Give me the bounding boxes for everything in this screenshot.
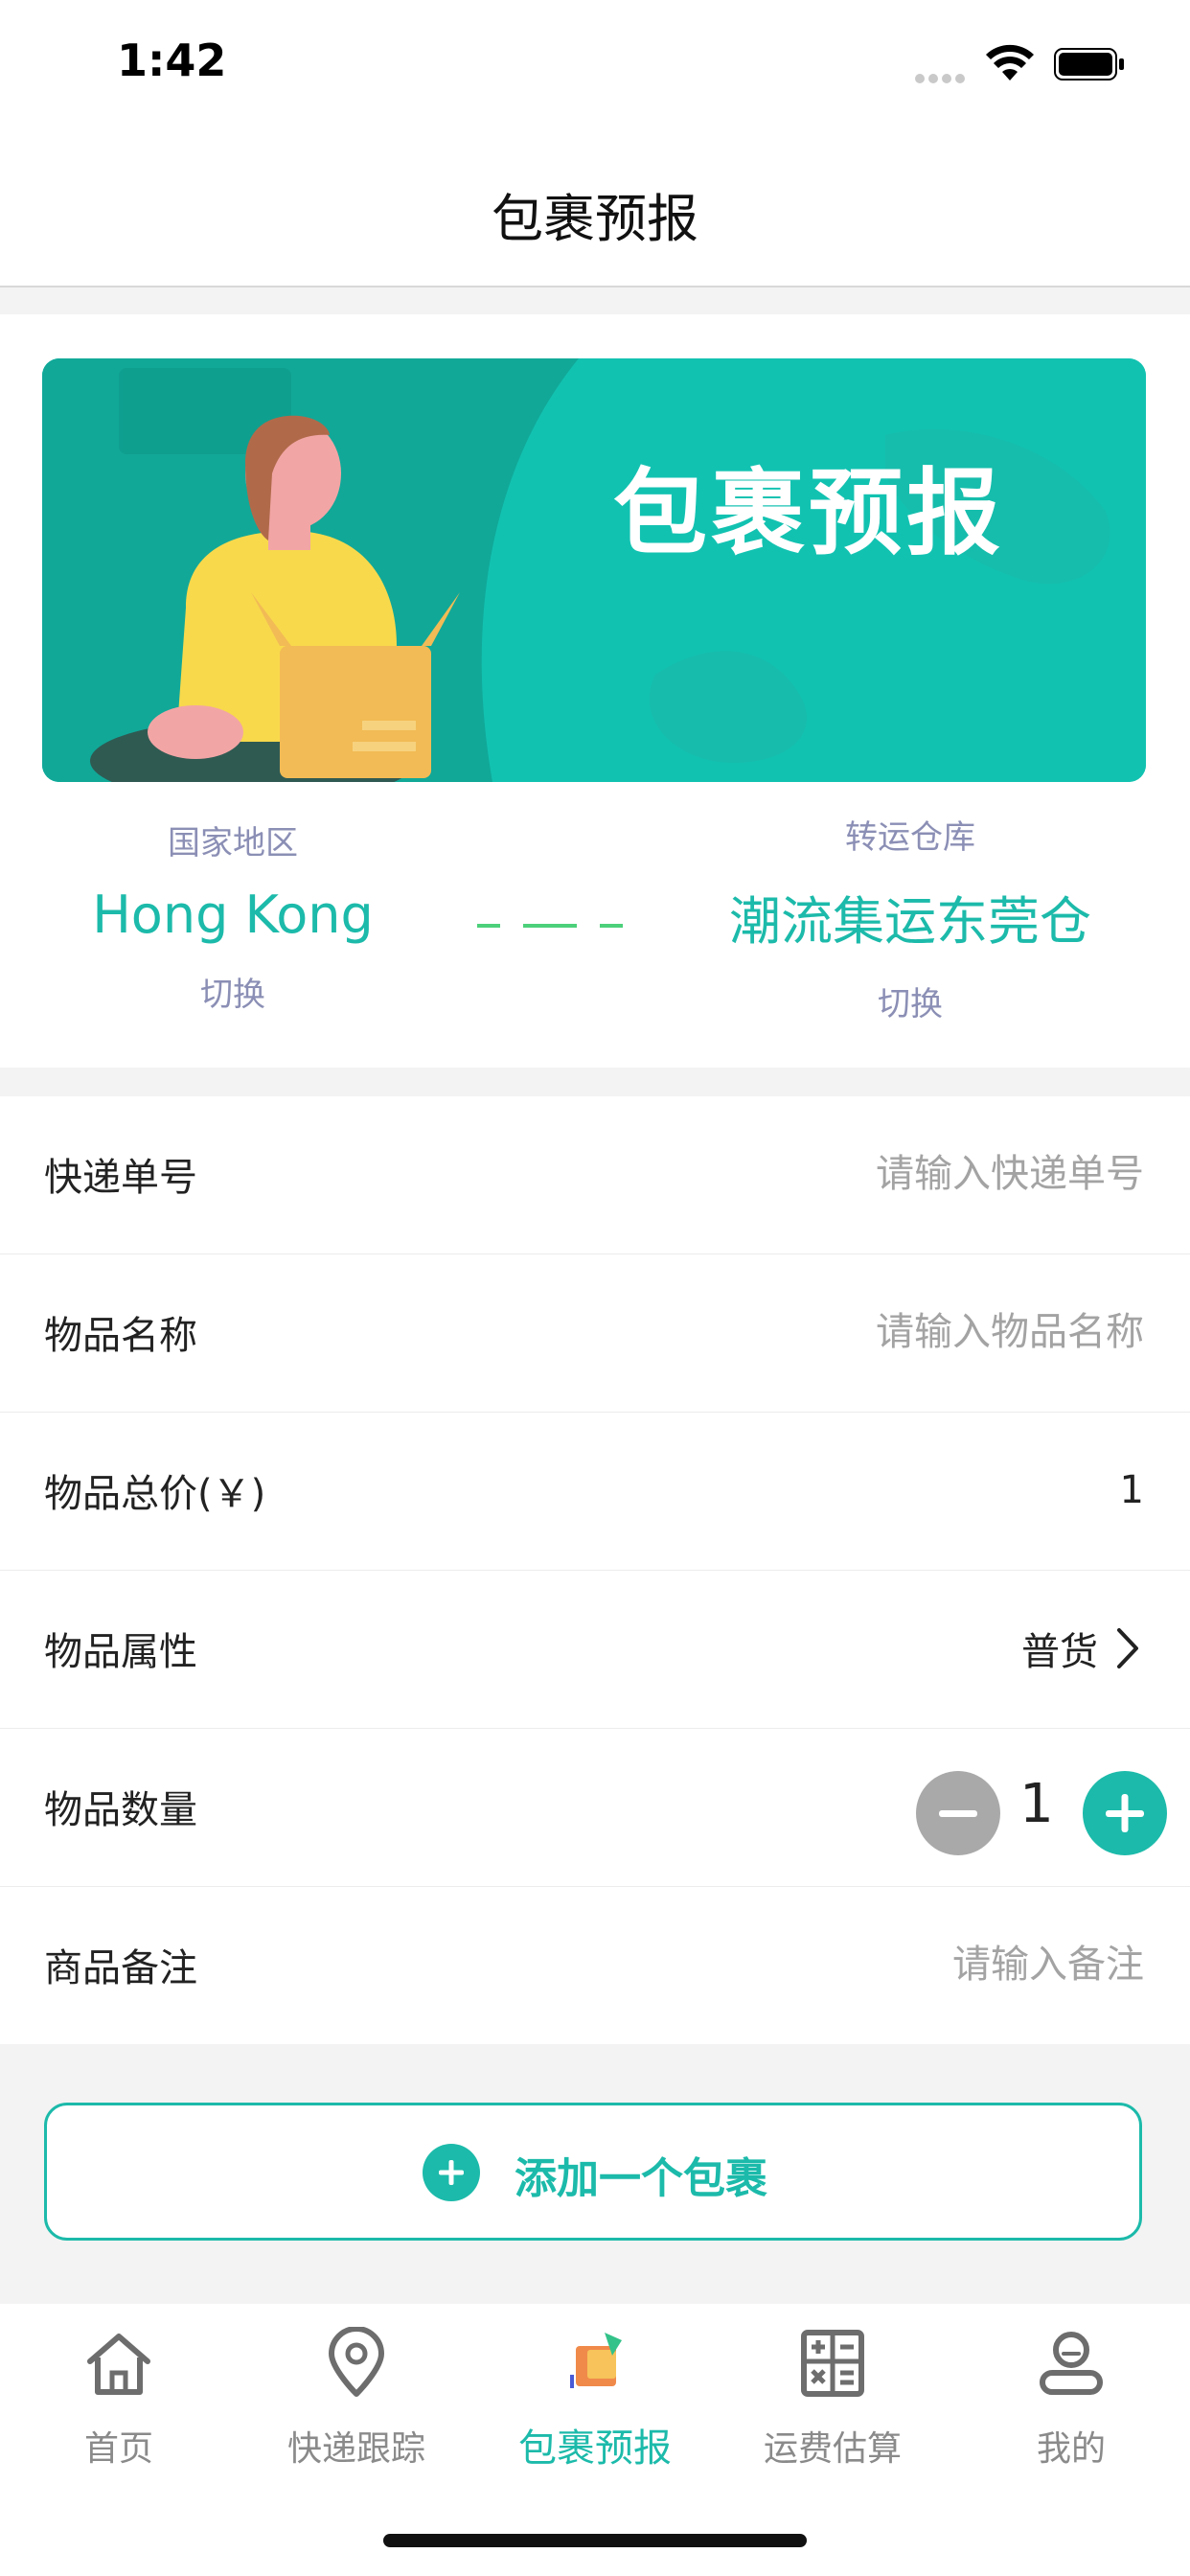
status-bar: 1:42 [0,0,1190,134]
origin-value: Hong Kong [92,885,374,945]
warehouse-value: 潮流集运东莞仓 [729,891,1091,952]
quantity-value: 1 [1019,1773,1054,1835]
route-connector [477,924,623,928]
add-parcel-button[interactable]: 添加一个包裹 [44,2103,1142,2241]
item-quantity-label: 物品数量 [44,1788,197,1832]
tab-shipping-estimate-label: 运费估算 [763,2429,902,2469]
profile-icon [1040,2332,1103,2395]
battery-icon [1054,48,1124,80]
tab-shipping-estimate[interactable]: 运费估算 [714,2327,951,2480]
item-attribute-value[interactable]: 普货 [1021,1621,1098,1676]
tracking-number-label: 快递单号 [44,1156,197,1200]
remark-label: 商品备注 [44,1946,197,1990]
total-price-label: 物品总价(￥) [44,1472,266,1516]
item-name-input[interactable] [567,1293,1146,1371]
tab-profile-label: 我的 [1036,2429,1106,2469]
navigation-bar: 包裹预报 [0,134,1190,288]
origin-label: 国家地区 [168,824,298,862]
tab-parcel-forecast-label: 包裹预报 [518,2426,672,2471]
remark-input[interactable] [567,1925,1146,2004]
home-icon [87,2334,150,2395]
plus-icon [1106,1794,1144,1832]
tab-home-label: 首页 [83,2429,153,2469]
item-name-label: 物品名称 [44,1314,197,1358]
tab-home[interactable]: 首页 [0,2327,238,2480]
tab-parcel-forecast[interactable]: 包裹预报 [476,2327,714,2480]
signal-icon [915,69,969,87]
page-title: 包裹预报 [492,189,698,249]
quantity-decrease-button[interactable] [916,1771,1000,1855]
warehouse-switch-button[interactable]: 切换 [709,978,1111,1024]
route-selector: 国家地区 Hong Kong 切换 转运仓库 潮流集运东莞仓 切换 [0,782,1190,1068]
tab-tracking-label: 快递跟踪 [286,2429,425,2469]
minus-icon [939,1810,977,1817]
banner-title: 包裹预报 [613,459,1005,568]
tab-tracking[interactable]: 快递跟踪 [238,2327,475,2480]
tracking-number-input[interactable] [567,1135,1146,1213]
form-row-tracking: 快递单号 [0,1096,1190,1255]
section-divider [0,1068,1190,1096]
location-pin-icon [329,2327,384,2397]
wifi-icon [986,44,1034,80]
quantity-increase-button[interactable] [1083,1771,1167,1855]
item-attribute-label: 物品属性 [44,1630,197,1674]
form-row-total-price: 物品总价(￥) [0,1413,1190,1572]
form-row-attribute[interactable]: 物品属性 普货 [0,1571,1190,1730]
parcel-forecast-icon [570,2333,622,2388]
origin-region: 国家地区 Hong Kong 切换 [57,816,408,1015]
add-circle-icon [423,2144,480,2201]
form-row-item-name: 物品名称 [0,1254,1190,1414]
form-row-quantity: 物品数量 1 [0,1729,1190,1888]
warehouse-label: 转运仓库 [845,818,975,857]
calculator-icon [801,2330,864,2397]
total-price-input[interactable] [567,1451,1146,1530]
status-time: 1:42 [117,34,227,86]
chevron-right-icon[interactable] [1115,1626,1140,1670]
section-divider [0,288,1190,314]
parcel-forecast-banner: 包裹预报 [42,358,1146,782]
origin-switch-button[interactable]: 切换 [57,968,408,1015]
tab-profile[interactable]: 我的 [952,2327,1190,2480]
home-indicator [383,2534,807,2547]
form-row-remark: 商品备注 [0,1887,1190,2044]
add-parcel-label: 添加一个包裹 [515,2154,767,2203]
transit-warehouse: 转运仓库 潮流集运东莞仓 切换 [709,811,1111,1024]
